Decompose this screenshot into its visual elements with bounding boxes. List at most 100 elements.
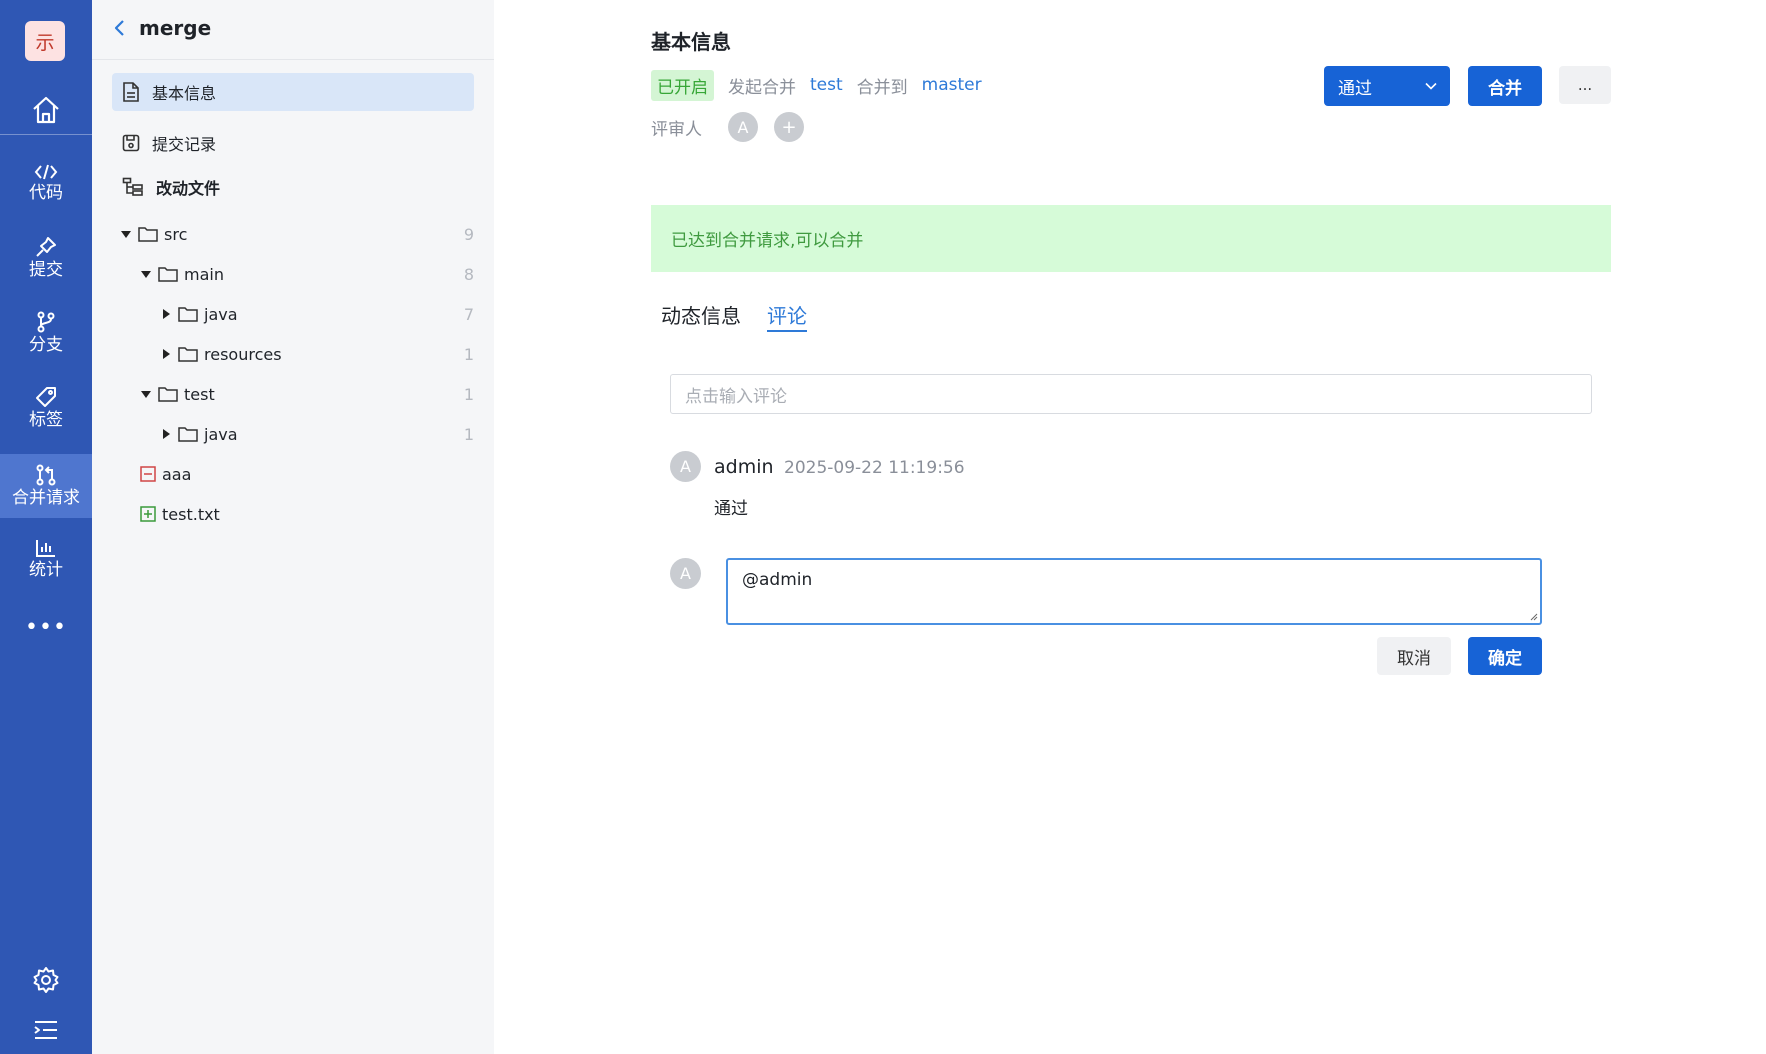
app-logo[interactable]: 示 — [25, 21, 65, 61]
rail-item-merge-request[interactable]: 合并请求 — [0, 454, 92, 518]
confirm-button[interactable]: 确定 — [1468, 637, 1542, 675]
rail-item-label: 合并请求 — [12, 488, 80, 508]
tree-node-label: test.txt — [162, 504, 220, 524]
rail-item-label: 代码 — [29, 183, 63, 203]
rail-item-label: 统计 — [29, 560, 63, 580]
initiated-label: 发起合并 — [728, 77, 796, 98]
folder-icon — [178, 307, 198, 322]
sidebar-item-label: 改动文件 — [156, 179, 221, 198]
reply-text: @admin — [742, 570, 813, 590]
tree-node-count: 1 — [463, 384, 474, 404]
caret-right-icon — [160, 308, 172, 320]
rail-item-label: 标签 — [29, 410, 63, 430]
merge-request-icon — [36, 464, 56, 486]
back-icon[interactable] — [110, 18, 130, 38]
tree-node-label: main — [184, 264, 224, 284]
comment-input[interactable]: 点击输入评论 — [670, 374, 1592, 414]
comment-time: 2025-09-22 11:19:56 — [784, 458, 965, 478]
merge-button[interactable]: 合并 — [1468, 66, 1542, 106]
sidebar-header: merge — [92, 0, 494, 60]
file-deleted-icon — [140, 466, 156, 482]
reviewers-label: 评审人 — [651, 119, 702, 140]
cancel-button[interactable]: 取消 — [1377, 637, 1451, 675]
more-actions-button[interactable]: ... — [1559, 66, 1611, 104]
save-record-icon — [122, 134, 140, 152]
reviewers-row: 评审人 A + — [651, 112, 804, 142]
rail-item-branch[interactable]: 分支 — [0, 302, 92, 364]
tree-node-src[interactable]: src 9 — [120, 219, 474, 249]
tree-node-label: java — [204, 304, 238, 324]
source-branch-link[interactable]: test — [810, 75, 843, 95]
tree-file-aaa[interactable]: aaa — [140, 459, 474, 489]
more-icon[interactable]: ••• — [0, 612, 92, 642]
comment-text: 通过 — [714, 499, 748, 519]
caret-down-icon — [120, 228, 132, 240]
gear-icon[interactable] — [0, 962, 92, 998]
pin-icon — [36, 237, 56, 257]
tree-node-count: 7 — [463, 304, 474, 324]
branch-icon — [37, 311, 55, 333]
merge-to-label: 合并到 — [856, 77, 908, 98]
tree-node-main[interactable]: main 8 — [140, 259, 474, 289]
rail-item-commit[interactable]: 提交 — [0, 227, 92, 289]
sidebar-item-label: 提交记录 — [152, 135, 217, 154]
tree-node-label: src — [164, 224, 188, 244]
comment-avatar: A — [670, 451, 701, 482]
page-title: 基本信息 — [651, 30, 731, 54]
merge-title: merge — [139, 16, 212, 40]
mergeable-banner: 已达到合并请求,可以合并 — [651, 205, 1611, 272]
collapse-menu-icon[interactable] — [0, 1014, 92, 1046]
sidebar-item-basic-info[interactable]: 基本信息 — [112, 73, 474, 111]
tree-node-test[interactable]: test 1 — [140, 379, 474, 409]
sidebar-item-commits[interactable]: 提交记录 — [112, 124, 474, 162]
tree-node-resources[interactable]: resources 1 — [160, 339, 474, 369]
folder-icon — [158, 267, 178, 282]
tab-activity[interactable]: 动态信息 — [661, 300, 741, 332]
caret-down-icon — [140, 388, 152, 400]
file-tree-icon — [122, 177, 143, 196]
document-icon — [123, 82, 139, 102]
tab-comments[interactable]: 评论 — [767, 300, 807, 332]
folder-icon — [138, 227, 158, 242]
tree-node-label: aaa — [162, 464, 192, 484]
resize-grip-icon[interactable] — [1528, 611, 1538, 621]
tree-node-test-java[interactable]: java 1 — [160, 419, 474, 449]
rail-item-tag[interactable]: 标签 — [0, 377, 92, 439]
tree-node-java[interactable]: java 7 — [160, 299, 474, 329]
tree-node-count: 1 — [463, 344, 474, 364]
tree-node-label: resources — [204, 344, 282, 364]
folder-icon — [178, 347, 198, 362]
rail-divider — [0, 134, 92, 135]
merge-meta: 已开启 发起合并 test 合并到 master — [651, 69, 982, 101]
add-reviewer-button[interactable]: + — [774, 112, 804, 142]
rail-item-stats[interactable]: 统计 — [0, 528, 92, 590]
reviewer-avatar[interactable]: A — [728, 112, 758, 142]
rail-item-code[interactable]: 代码 — [0, 152, 92, 214]
folder-icon — [178, 427, 198, 442]
reply-textarea[interactable]: @admin — [726, 558, 1542, 625]
detail-tabs: 动态信息 评论 — [661, 300, 807, 332]
tree-node-label: java — [204, 424, 238, 444]
rail-item-label: 分支 — [29, 335, 63, 355]
caret-right-icon — [160, 428, 172, 440]
tree-node-count: 9 — [463, 224, 474, 244]
approve-dropdown-button[interactable]: 通过 — [1324, 66, 1450, 106]
home-icon[interactable] — [0, 88, 92, 132]
tree-node-count: 1 — [463, 424, 474, 444]
merge-sidebar: merge 基本信息 提交记录 改动文件 src 9 main 8 java 7… — [92, 0, 494, 1054]
main-panel: 基本信息 已开启 发起合并 test 合并到 master 评审人 A + 通过… — [494, 0, 1766, 1054]
tree-file-test-txt[interactable]: test.txt — [140, 499, 474, 529]
left-rail: 示 代码 提交 分支 标签 合并请求 统计 ••• — [0, 0, 92, 1054]
caret-down-icon — [140, 268, 152, 280]
sidebar-item-changed-files[interactable]: 改动文件 — [112, 168, 474, 206]
tree-node-count: 8 — [463, 264, 474, 284]
caret-right-icon — [160, 348, 172, 360]
comment-author: admin — [714, 456, 774, 478]
code-icon — [34, 164, 58, 180]
chart-icon — [36, 540, 55, 557]
folder-icon — [158, 387, 178, 402]
tag-icon — [36, 387, 56, 407]
chevron-down-icon — [1425, 82, 1437, 90]
target-branch-link[interactable]: master — [922, 75, 982, 95]
rail-item-label: 提交 — [29, 260, 63, 280]
